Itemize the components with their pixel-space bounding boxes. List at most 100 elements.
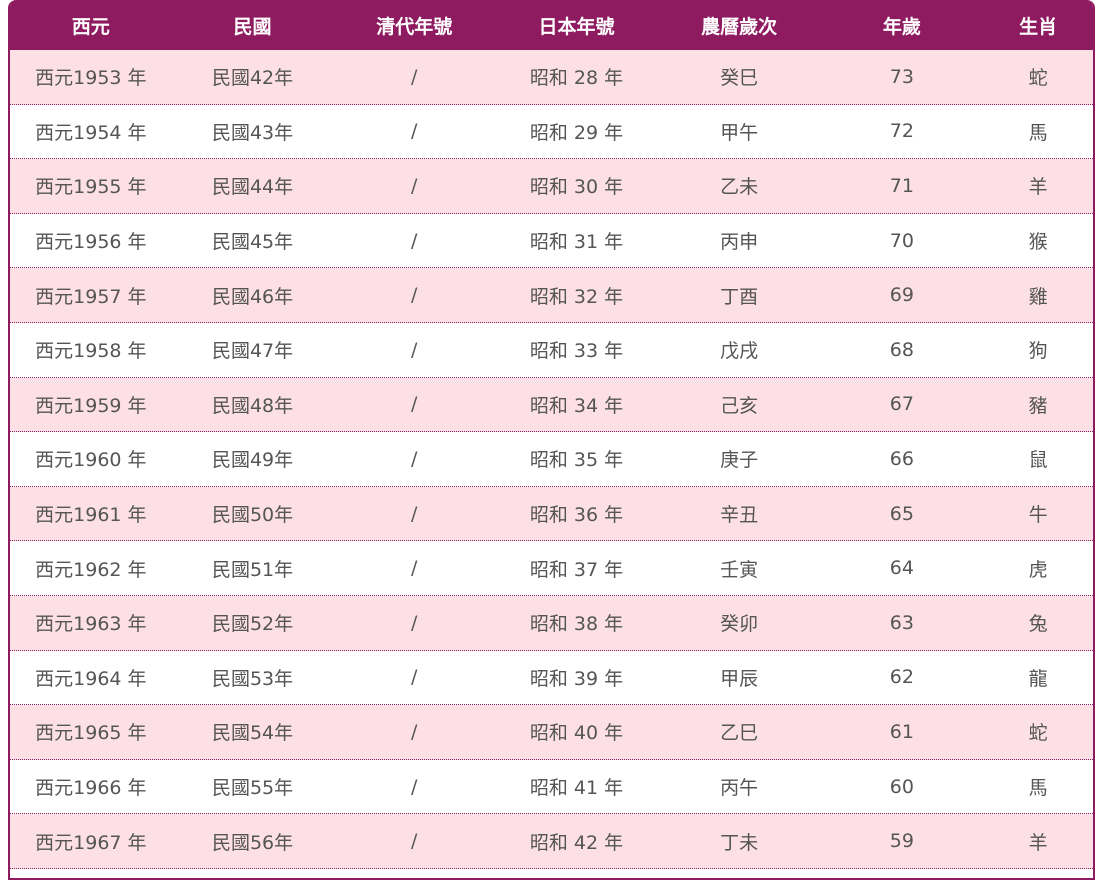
cell-lunar-year: 癸巳 <box>720 67 759 90</box>
header-roc-year: 民國 <box>233 15 272 38</box>
cell-zodiac: 豬 <box>1028 394 1048 417</box>
cell-lunar-year: 甲辰 <box>720 667 759 690</box>
cell-zodiac: 蛇 <box>1028 67 1048 90</box>
cell-roc-year: 民國44年 <box>211 176 294 199</box>
cell-zodiac: 雞 <box>1028 285 1048 308</box>
cell-zodiac: 蛇 <box>1028 722 1048 745</box>
cell-qing-era: / <box>411 830 418 853</box>
table-body: 西元1953 年民國42年 / 昭和 28 年癸巳 73 蛇西元1954 年民國43年 /… <box>10 50 1093 869</box>
cell-western-year: 西元1957 年 <box>35 285 147 308</box>
cell-qing-era: / <box>411 502 418 525</box>
header-japanese-era: 日本年號 <box>538 15 615 38</box>
cell-zodiac: 龍 <box>1028 667 1048 690</box>
cell-age: 65 <box>889 502 914 525</box>
cell-age: 66 <box>889 447 914 470</box>
cell-age: 60 <box>889 775 914 798</box>
cell-japanese-era: 昭和 35 年 <box>529 449 624 472</box>
table-row: 西元1964 年 民國53年 / 昭和 39 年 甲辰 62 龍 <box>10 650 1093 706</box>
cell-western-year: 西元1964 年 <box>35 667 147 690</box>
cell-roc-year: 民國42年 <box>211 67 294 90</box>
table-row: 西元1960 年 民國49年 / 昭和 35 年 庚子 66 鼠 <box>10 432 1093 487</box>
cell-japanese-era: 昭和 28 年 <box>529 67 624 90</box>
cell-western-year: 西元1965 年 <box>35 722 147 745</box>
cell-japanese-era: 昭和 40 年 <box>529 722 624 745</box>
cell-qing-era: / <box>411 229 418 252</box>
cell-roc-year: 民國51年 <box>211 558 294 581</box>
cell-japanese-era: 昭和 32 年 <box>529 285 624 308</box>
cell-lunar-year: 甲午 <box>720 121 759 144</box>
cell-western-year: 西元1963 年 <box>35 613 147 636</box>
cell-qing-era: / <box>411 666 418 689</box>
cell-western-year: 西元1967 年 <box>35 831 147 854</box>
cell-age: 61 <box>889 720 914 743</box>
cell-western-year: 西元1962 年 <box>35 558 147 581</box>
cell-lunar-year: 丁酉 <box>720 285 759 308</box>
cell-zodiac: 羊 <box>1028 831 1048 854</box>
cell-lunar-year: 戊戌 <box>720 340 759 363</box>
cell-lunar-year: 癸卯 <box>720 613 759 636</box>
cell-roc-year: 民國46年 <box>211 285 294 308</box>
cell-lunar-year: 己亥 <box>720 394 759 417</box>
cell-western-year: 西元1958 年 <box>35 340 147 363</box>
cell-western-year: 西元1960 年 <box>35 449 147 472</box>
table-row: 西元1953 年 民國42年 / 昭和 28 年 癸巳 73 蛇 <box>10 50 1093 105</box>
cell-japanese-era: 昭和 34 年 <box>529 394 624 417</box>
cell-zodiac: 鼠 <box>1028 449 1048 472</box>
cell-zodiac: 猴 <box>1028 231 1048 254</box>
header-age: 年歲 <box>882 15 921 38</box>
cell-lunar-year: 壬寅 <box>720 558 759 581</box>
cell-lunar-year: 丙午 <box>720 777 759 800</box>
cell-japanese-era: 昭和 38 年 <box>529 613 624 636</box>
header-lunar-year: 農曆歲次 <box>701 15 778 38</box>
cell-western-year: 西元1953 年 <box>35 67 147 90</box>
cell-age: 59 <box>889 830 914 853</box>
cell-roc-year: 民國49年 <box>211 449 294 472</box>
cell-zodiac: 馬 <box>1028 121 1048 144</box>
table-row: 西元1957 年 民國46年 / 昭和 32 年 丁酉 69 雞 <box>10 268 1093 323</box>
cell-qing-era: / <box>411 284 418 307</box>
year-table: 西元 民國 清代年號 日本年號 農曆歲次 年歲 生肖 西元1953 年 民國42年… <box>8 0 1095 880</box>
cell-age: 72 <box>889 120 914 143</box>
cell-roc-year: 民國47年 <box>211 340 294 363</box>
cell-zodiac: 兔 <box>1028 613 1048 636</box>
cell-qing-era: / <box>411 775 418 798</box>
table-header: 西元 民國 清代年號 日本年號 農曆歲次 年歲 生肖 <box>10 0 1093 50</box>
cell-roc-year: 民國43年 <box>211 121 294 144</box>
table-row: 西元1955 年 民國44年 / 昭和 30 年 乙未 71 羊 <box>10 159 1093 214</box>
cell-roc-year: 民國45年 <box>211 231 294 254</box>
cell-zodiac: 牛 <box>1028 504 1048 527</box>
cell-lunar-year: 乙巳 <box>720 722 759 745</box>
table-row: 西元1958 年 民國47年 / 昭和 33 年 戊戌 68 狗 <box>10 322 1093 378</box>
table-row: 西元1965 年 民國54年 / 昭和 40 年 乙巳 61 蛇 <box>10 705 1093 760</box>
cell-zodiac: 狗 <box>1028 340 1048 363</box>
table-row: 西元1962 年 民國51年 / 昭和 37 年 壬寅 64 虎 <box>10 541 1093 596</box>
cell-age: 70 <box>889 229 914 252</box>
cell-age: 67 <box>889 393 914 416</box>
cell-japanese-era: 昭和 36 年 <box>529 504 624 527</box>
cell-japanese-era: 昭和 29 年 <box>529 121 624 144</box>
cell-qing-era: / <box>411 393 418 416</box>
table-row: 西元1967 年 民國56年 / 昭和 42 年 丁未 59 羊 <box>10 814 1093 869</box>
cell-lunar-year: 丁未 <box>720 831 759 854</box>
cell-zodiac: 虎 <box>1028 558 1048 581</box>
cell-western-year: 西元1961 年 <box>35 504 147 527</box>
cell-lunar-year: 庚子 <box>720 449 759 472</box>
cell-qing-era: / <box>411 120 418 143</box>
cell-age: 71 <box>889 174 914 197</box>
cell-roc-year: 民國54年 <box>211 722 294 745</box>
cell-age: 64 <box>889 557 914 580</box>
cell-qing-era: / <box>411 338 418 361</box>
cell-western-year: 西元1959 年 <box>35 394 147 417</box>
cell-qing-era: / <box>411 557 418 580</box>
table-row: 西元1956 年 民國45年 / 昭和 31 年 丙申 70 猴 <box>10 213 1093 269</box>
cell-japanese-era: 昭和 41 年 <box>529 777 624 800</box>
cell-qing-era: / <box>411 65 418 88</box>
cell-zodiac: 馬 <box>1028 777 1048 800</box>
cell-roc-year: 民國56年 <box>211 831 294 854</box>
table-row: 西元1959 年 民國48年 / 昭和 34 年 己亥 67 豬 <box>10 377 1093 433</box>
cell-lunar-year: 丙申 <box>720 231 759 254</box>
cell-roc-year: 民國50年 <box>211 504 294 527</box>
cell-japanese-era: 昭和 31 年 <box>529 231 624 254</box>
cell-roc-year: 民國48年 <box>211 394 294 417</box>
table-row: 西元1963 年 民國52年 / 昭和 38 年 癸卯 63 兔 <box>10 595 1093 651</box>
